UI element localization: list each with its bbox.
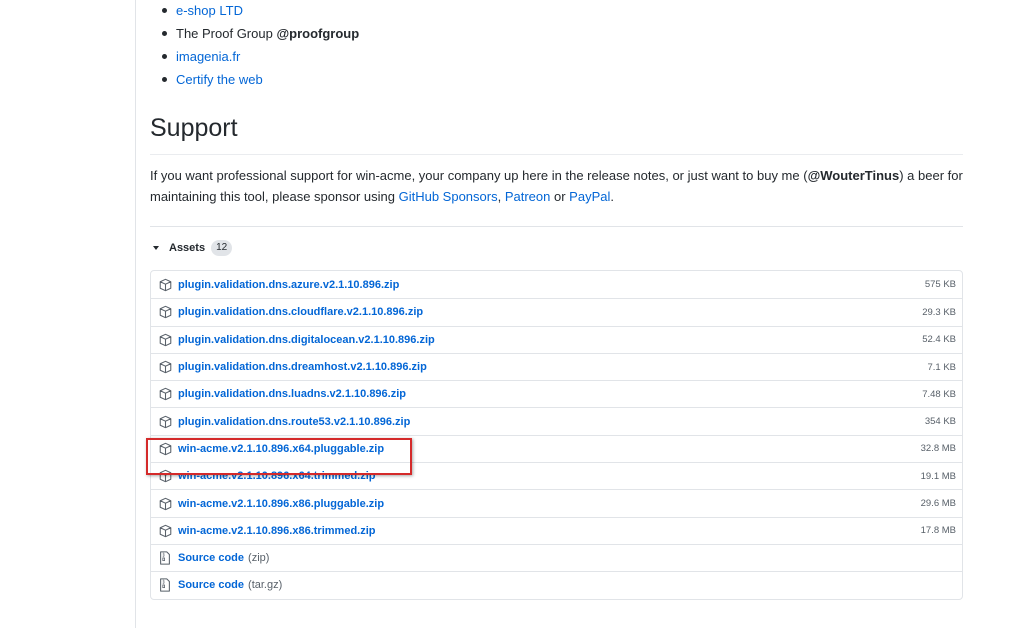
sponsor-link-eshop[interactable]: e-shop LTD <box>176 3 243 18</box>
asset-row: plugin.validation.dns.digitalocean.v2.1.… <box>151 325 962 353</box>
assets-list: plugin.validation.dns.azure.v2.1.10.896.… <box>150 270 963 600</box>
asset-size: 7.1 KB <box>927 361 956 373</box>
asset-size: 7.48 KB <box>922 388 956 400</box>
asset-link[interactable]: plugin.validation.dns.digitalocean.v2.1.… <box>178 334 435 346</box>
asset-link[interactable]: plugin.validation.dns.cloudflare.v2.1.10… <box>178 306 423 318</box>
assets-count-badge: 12 <box>211 240 233 256</box>
sponsor-list: e-shop LTD The Proof Group @proofgroup i… <box>162 0 360 92</box>
asset-link[interactable]: win-acme.v2.1.10.896.x86.trimmed.zip <box>178 525 376 537</box>
package-icon <box>158 333 172 347</box>
asset-link[interactable]: plugin.validation.dns.dreamhost.v2.1.10.… <box>178 361 427 373</box>
sponsor-item[interactable]: imagenia.fr <box>162 46 359 69</box>
asset-row: plugin.validation.dns.cloudflare.v2.1.10… <box>151 298 962 325</box>
highlight-annotation <box>146 438 412 475</box>
package-icon <box>158 387 172 401</box>
assets-toggle[interactable]: Assets 12 <box>150 238 233 258</box>
paypal-link[interactable]: PayPal <box>569 189 610 204</box>
asset-link[interactable]: plugin.validation.dns.azure.v2.1.10.896.… <box>178 279 399 291</box>
support-text-1: If you want professional support for win… <box>150 168 808 183</box>
sponsor-link-certify[interactable]: Certify the web <box>176 72 263 87</box>
asset-row: win-acme.v2.1.10.896.x86.pluggable.zip 2… <box>151 489 962 516</box>
asset-row: plugin.validation.dns.azure.v2.1.10.896.… <box>151 271 962 298</box>
asset-row: plugin.validation.dns.luadns.v2.1.10.896… <box>151 380 962 407</box>
source-ext: (zip) <box>248 552 270 565</box>
support-paragraph: If you want professional support for win… <box>150 165 980 207</box>
package-icon <box>158 524 172 538</box>
sponsor-handle-proofgroup: @proofgroup <box>276 26 360 41</box>
asset-size: 17.8 MB <box>920 525 956 537</box>
bullet <box>162 54 167 59</box>
assets-label: Assets <box>169 242 206 254</box>
package-icon <box>158 497 172 511</box>
asset-row: plugin.validation.dns.route53.v2.1.10.89… <box>151 407 962 434</box>
content-left-border <box>135 0 136 628</box>
support-handle: @WouterTinus <box>807 168 900 183</box>
file-zip-icon <box>158 578 172 593</box>
asset-row: win-acme.v2.1.10.896.x86.trimmed.zip 17.… <box>151 516 962 544</box>
asset-link[interactable]: win-acme.v2.1.10.896.x86.pluggable.zip <box>178 498 384 510</box>
package-icon <box>158 278 172 292</box>
triangle-down-icon <box>153 246 159 250</box>
source-code-targz-link[interactable]: Source code <box>178 579 244 591</box>
section-divider <box>150 226 963 227</box>
bullet <box>162 77 167 82</box>
package-icon <box>158 360 172 374</box>
sponsor-link-imagenia[interactable]: imagenia.fr <box>176 49 240 64</box>
asset-size: 29.3 KB <box>922 306 956 318</box>
source-row: Source code (zip) <box>151 543 962 571</box>
sponsor-item[interactable]: e-shop LTD <box>162 0 359 23</box>
support-heading: Support <box>150 110 963 155</box>
asset-size: 354 KB <box>924 416 956 428</box>
source-code-zip-link[interactable]: Source code <box>178 552 244 564</box>
package-icon <box>158 415 172 429</box>
bullet <box>162 31 167 36</box>
package-icon <box>158 305 172 319</box>
sponsor-text-proof-group: The Proof Group <box>176 26 277 41</box>
asset-size: 19.1 MB <box>920 470 956 482</box>
sponsor-item[interactable]: Certify the web <box>162 69 359 92</box>
source-ext: (tar.gz) <box>248 579 283 592</box>
patreon-link[interactable]: Patreon <box>505 189 551 204</box>
separator: or <box>550 189 570 204</box>
asset-link[interactable]: plugin.validation.dns.luadns.v2.1.10.896… <box>178 388 406 400</box>
asset-size: 32.8 MB <box>920 443 956 455</box>
bullet <box>162 8 167 13</box>
asset-size: 29.6 MB <box>920 498 956 510</box>
asset-size: 575 KB <box>924 279 956 291</box>
file-zip-icon <box>158 551 172 565</box>
asset-size: 52.4 KB <box>922 334 956 346</box>
asset-link[interactable]: plugin.validation.dns.route53.v2.1.10.89… <box>178 416 410 428</box>
period: . <box>610 189 614 204</box>
asset-row: plugin.validation.dns.dreamhost.v2.1.10.… <box>151 352 962 380</box>
github-sponsors-link[interactable]: GitHub Sponsors <box>399 189 498 204</box>
sponsor-item: The Proof Group @proofgroup <box>162 23 360 46</box>
source-row: Source code (tar.gz) <box>151 571 962 598</box>
separator: , <box>497 189 505 204</box>
